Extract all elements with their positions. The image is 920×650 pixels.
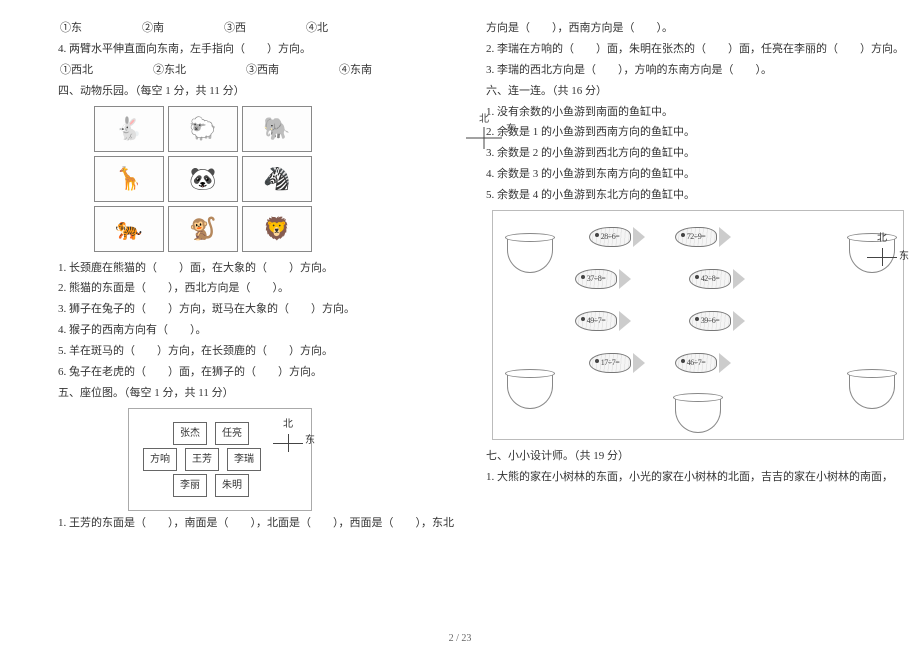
- fish-icon: 72÷9=: [675, 223, 733, 251]
- opt: ④北: [306, 18, 328, 39]
- seat-cell: 李瑞: [227, 448, 261, 471]
- zoo-tiger-icon: 🐅: [94, 206, 164, 252]
- sec7-q1: 1. 大熊的家在小树林的东面，小光的家在小树林的北面，吉吉的家在小树林的南面，: [486, 467, 904, 488]
- compass-east: 东: [899, 247, 909, 266]
- seat-cell: 王芳: [185, 448, 219, 471]
- seat-cell: 张杰: [173, 422, 207, 445]
- seat-q1-cont: 方向是（ ），西南方向是（ ）。: [486, 18, 904, 39]
- bowl-icon: [849, 373, 895, 409]
- fish-icon: 17÷7=: [589, 349, 647, 377]
- fish-icon: 42÷8=: [689, 265, 747, 293]
- opt: ②南: [142, 18, 164, 39]
- compass-north: 北: [273, 415, 303, 434]
- right-column: 方向是（ ），西南方向是（ ）。 2. 李瑞在方响的（ ）面，朱明在张杰的（ ）…: [486, 18, 904, 608]
- compass-icon: 北 东: [466, 110, 502, 149]
- bowl-icon: [675, 397, 721, 433]
- rule4: 4. 余数是 3 的小鱼游到东南方向的鱼缸中。: [486, 164, 904, 185]
- zoo-elephant-icon: 🐘: [242, 106, 312, 152]
- rule2: 2. 余数是 1 的小鱼游到西南方向的鱼缸中。: [486, 122, 904, 143]
- seat-cell: 朱明: [215, 474, 249, 497]
- zoo-grid-figure: 🐇 🐑 🐘 🦒 🐼 🦓 🐅 🐒 🦁 北 东: [94, 106, 454, 252]
- bowl-icon: [507, 373, 553, 409]
- zoo-q3: 3. 狮子在兔子的（ ）方向，斑马在大象的（ ）方向。: [58, 299, 454, 320]
- zoo-lion-icon: 🦁: [242, 206, 312, 252]
- rule3: 3. 余数是 2 的小鱼游到西北方向的鱼缸中。: [486, 143, 904, 164]
- fish-icon: 37÷8=: [575, 265, 633, 293]
- zoo-sheep-icon: 🐑: [168, 106, 238, 152]
- fish-icon: 28÷6=: [589, 223, 647, 251]
- seat-cell: 方响: [143, 448, 177, 471]
- zoo-giraffe-icon: 🦒: [94, 156, 164, 202]
- zoo-q1: 1. 长颈鹿在熊猫的（ ）面，在大象的（ ）方向。: [58, 258, 454, 279]
- fish-icon: 39÷6=: [689, 307, 747, 335]
- zoo-q4: 4. 猴子的西南方向有（ ）。: [58, 320, 454, 341]
- section4-title: 四、动物乐园。（每空 1 分，共 11 分）: [58, 81, 454, 102]
- section6-title: 六、连一连。（共 16 分）: [486, 81, 904, 102]
- zoo-q5: 5. 羊在斑马的（ ）方向，在长颈鹿的（ ）方向。: [58, 341, 454, 362]
- opt: ③西: [224, 18, 246, 39]
- zoo-monkey-icon: 🐒: [168, 206, 238, 252]
- opt: ④东南: [339, 60, 372, 81]
- compass-east: 东: [506, 120, 516, 139]
- seat-cell: 任亮: [215, 422, 249, 445]
- seat-cell: 李丽: [173, 474, 207, 497]
- compass-icon: 北 东: [867, 229, 897, 266]
- bowl-icon: [507, 237, 553, 273]
- q3-options: ①东 ②南 ③西 ④北: [58, 18, 454, 39]
- seat-q3: 3. 李瑞的西北方向是（ ），方响的东南方向是（ ）。: [486, 60, 904, 81]
- rule5: 5. 余数是 4 的小鱼游到东北方向的鱼缸中。: [486, 185, 904, 206]
- zoo-panda-icon: 🐼: [168, 156, 238, 202]
- seat-q2: 2. 李瑞在方响的（ ）面，朱明在张杰的（ ）面，任亮在李丽的（ ）方向。: [486, 39, 904, 60]
- zoo-zebra-icon: 🦓: [242, 156, 312, 202]
- opt: ①东: [60, 18, 82, 39]
- fish-icon: 49÷7=: [575, 307, 633, 335]
- zoo-rabbit-icon: 🐇: [94, 106, 164, 152]
- fish-diagram: 28÷6= 72÷9= 37÷8= 42÷8= 49÷7= 39÷6= 17÷7…: [492, 210, 904, 440]
- compass-north: 北: [867, 229, 897, 248]
- compass-east: 东: [305, 431, 315, 450]
- section5-title: 五、座位图。（每空 1 分，共 11 分）: [58, 383, 454, 404]
- section7-title: 七、小小设计师。（共 19 分）: [486, 446, 904, 467]
- seat-q1: 1. 王芳的东面是（ ），南面是（ ），北面是（ ），西面是（ ），东北: [58, 513, 454, 534]
- opt: ③西南: [246, 60, 279, 81]
- left-column: ①东 ②南 ③西 ④北 4. 两臂水平伸直面向东南，左手指向（ ）方向。 ①西北…: [58, 18, 454, 608]
- zoo-q2: 2. 熊猫的东面是（ ），西北方向是（ ）。: [58, 278, 454, 299]
- zoo-q6: 6. 兔子在老虎的（ ）面，在狮子的（ ）方向。: [58, 362, 454, 383]
- rule1: 1. 没有余数的小鱼游到南面的鱼缸中。: [486, 102, 904, 123]
- opt: ②东北: [153, 60, 186, 81]
- opt: ①西北: [60, 60, 93, 81]
- seat-chart-figure: 张杰 任亮 方响 王芳 李瑞 李丽 朱明 北 东: [128, 408, 312, 511]
- q4-text: 4. 两臂水平伸直面向东南，左手指向（ ）方向。: [58, 39, 454, 60]
- compass-icon: 北 东: [273, 415, 303, 452]
- q4-options: ①西北 ②东北 ③西南 ④东南: [58, 60, 454, 81]
- page-number: 2 / 23: [0, 633, 920, 644]
- fish-icon: 46÷7=: [675, 349, 733, 377]
